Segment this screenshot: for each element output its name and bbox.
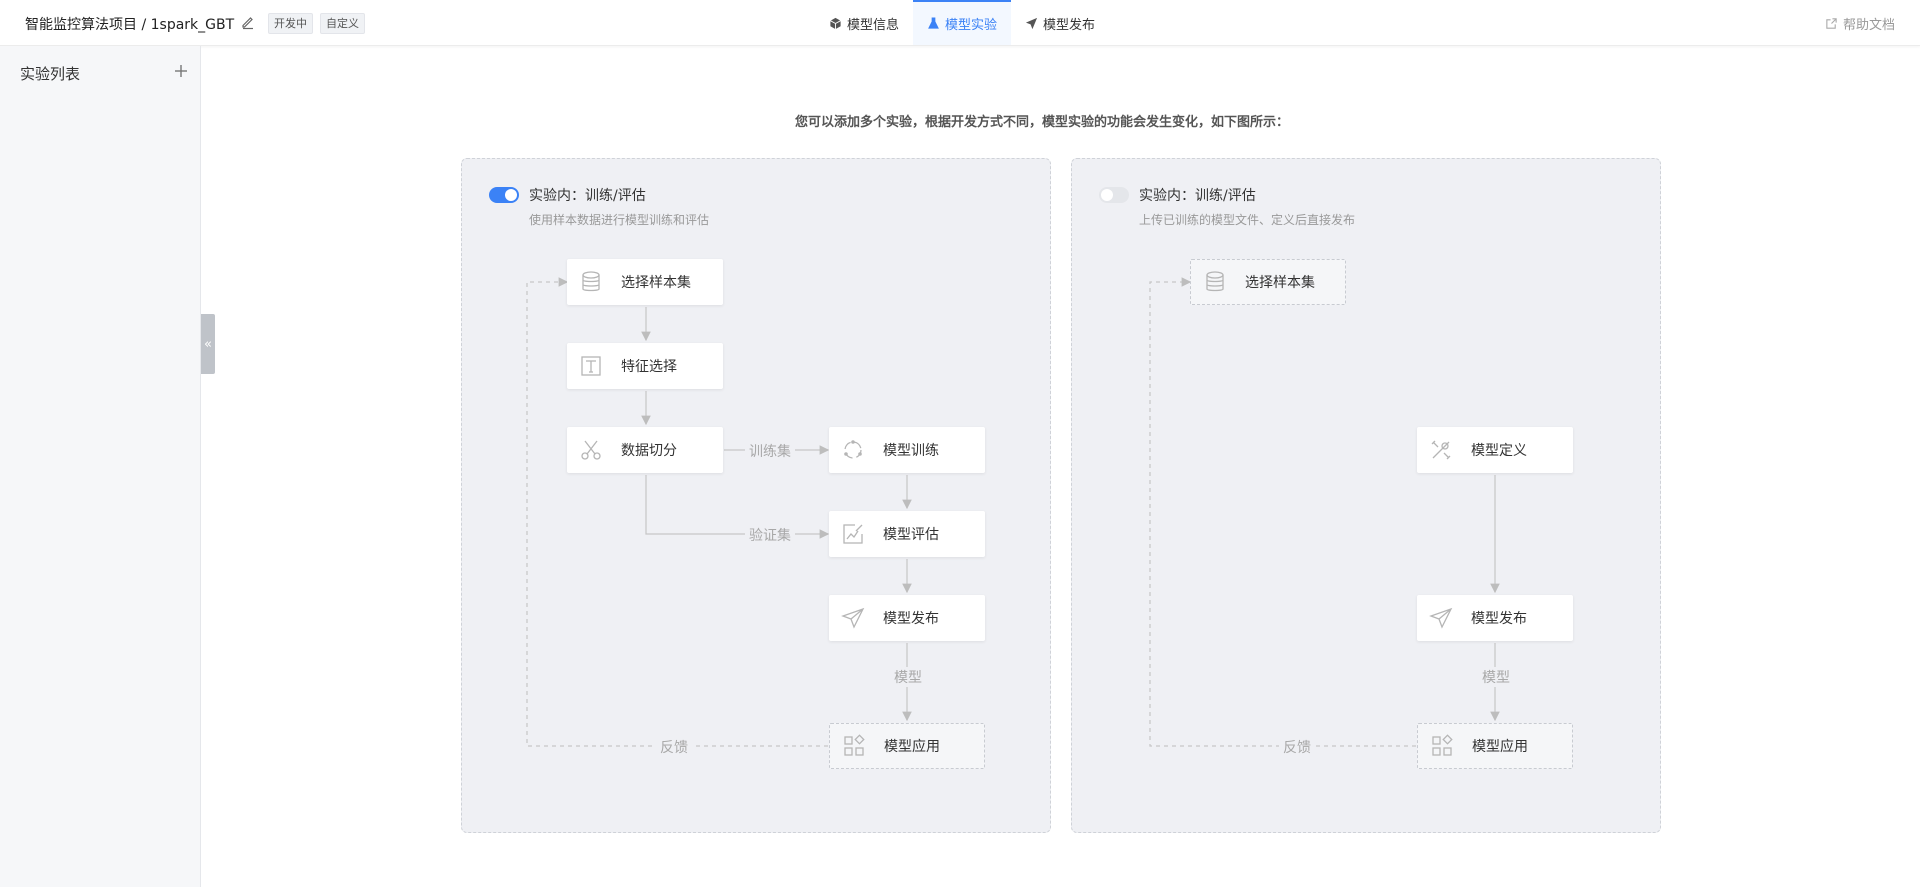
- node-label: 选择样本集: [621, 275, 691, 291]
- tools-icon: [1431, 440, 1451, 460]
- node-label: 模型训练: [883, 443, 939, 459]
- flask-icon: [928, 17, 939, 29]
- tab-label: 模型发布: [1043, 18, 1096, 33]
- panel-title: 实验内：训练/评估: [529, 188, 646, 204]
- cube-icon: [830, 17, 841, 30]
- experiment-list-title: 实验列表: [20, 65, 81, 83]
- node-model-publish: 模型发布: [829, 595, 985, 641]
- node-label: 模型应用: [1472, 739, 1528, 755]
- intro-text: 您可以添加多个实验，根据开发方式不同，模型实验的功能会发生变化，如下图所示：: [795, 115, 1290, 130]
- node-label: 模型评估: [883, 527, 939, 543]
- tab-model-experiment[interactable]: 模型实验: [913, 0, 1012, 45]
- mode-toggle[interactable]: [489, 187, 519, 203]
- tab-model-info[interactable]: 模型信息: [815, 0, 913, 45]
- node-label: 模型应用: [884, 739, 940, 755]
- panel-description: 上传已训练的模型文件、定义后直接发布: [1139, 213, 1356, 227]
- node-label: 数据切分: [621, 443, 677, 459]
- type-tag: 自定义: [320, 13, 365, 34]
- edge-label-train-set: 训练集: [745, 441, 795, 461]
- node-feature-selection: 特征选择: [567, 343, 723, 389]
- help-docs-link[interactable]: 帮助文档: [1825, 14, 1895, 33]
- top-header: 智能监控算法项目 / 1spark_GBT 开发中 自定义 模型信息 模型实验 …: [0, 0, 1920, 46]
- panel-description: 使用样本数据进行模型训练和评估: [529, 213, 710, 227]
- edge-label-feedback: 反馈: [1279, 737, 1315, 757]
- node-model-definition: 模型定义: [1417, 427, 1573, 473]
- tab-label: 模型信息: [847, 18, 900, 33]
- node-label: 模型定义: [1471, 443, 1527, 459]
- sidebar: 实验列表: [0, 46, 201, 887]
- node-model-application: 模型应用: [1417, 723, 1573, 769]
- edge-label-validation-set: 验证集: [745, 525, 795, 545]
- tab-model-publish[interactable]: 模型发布: [1011, 0, 1109, 45]
- node-model-application: 模型应用: [829, 723, 985, 769]
- text-t-icon: [581, 356, 601, 376]
- paper-plane-icon: [1429, 607, 1453, 629]
- send-icon: [1025, 17, 1038, 30]
- node-label: 模型发布: [1471, 611, 1527, 627]
- help-label: 帮助文档: [1842, 18, 1895, 33]
- node-model-evaluation: 模型评估: [829, 511, 985, 557]
- add-experiment-icon[interactable]: [172, 62, 190, 80]
- sidebar-collapse-handle[interactable]: «: [201, 314, 215, 374]
- mode-toggle[interactable]: [1099, 187, 1129, 203]
- experiment-panel-upload-publish: 实验内：训练/评估 上传已训练的模型文件、定义后直接发布 选择样本集 模型定义 …: [1071, 158, 1661, 833]
- edit-icon[interactable]: [240, 14, 256, 30]
- panel-title: 实验内：训练/评估: [1139, 188, 1256, 204]
- database-icon: [1206, 271, 1224, 292]
- node-label: 特征选择: [621, 359, 677, 375]
- cycle-icon: [844, 440, 862, 459]
- edge-label-model: 模型: [890, 667, 926, 687]
- tab-label: 模型实验: [945, 18, 998, 33]
- status-tag: 开发中: [268, 13, 313, 34]
- node-model-training: 模型训练: [829, 427, 985, 473]
- apps-grid-icon: [844, 734, 865, 756]
- node-data-split: 数据切分: [567, 427, 723, 473]
- node-select-sample-set: 选择样本集: [567, 259, 723, 305]
- node-model-publish: 模型发布: [1417, 595, 1573, 641]
- paper-plane-icon: [841, 607, 865, 629]
- node-select-sample-set: 选择样本集: [1190, 259, 1346, 305]
- database-icon: [582, 271, 600, 292]
- evaluate-icon: [843, 524, 863, 544]
- edge-label-feedback: 反馈: [656, 737, 692, 757]
- external-link-icon: [1826, 18, 1837, 29]
- tab-bar: 模型信息 模型实验 模型发布: [815, 0, 1109, 45]
- node-label: 选择样本集: [1245, 275, 1315, 291]
- node-label: 模型发布: [883, 611, 939, 627]
- project-title: 智能监控算法项目 / 1spark_GBT: [25, 17, 235, 33]
- scissors-icon: [581, 440, 601, 460]
- apps-grid-icon: [1432, 734, 1453, 756]
- experiment-panel-train-eval: 实验内：训练/评估 使用样本数据进行模型训练和评估 选择样本集 特征选择 数据切…: [461, 158, 1051, 833]
- edge-label-model: 模型: [1478, 667, 1514, 687]
